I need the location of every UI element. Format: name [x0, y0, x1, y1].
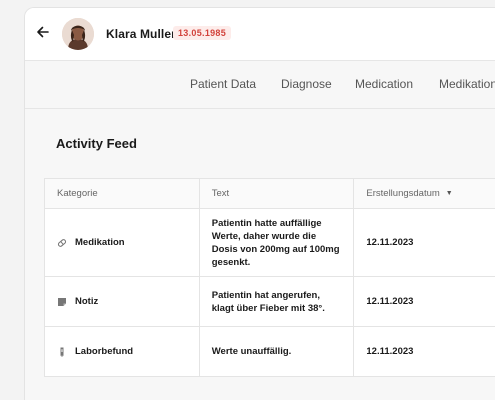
column-header-label: Erstellungsdatum: [366, 188, 440, 199]
entry-text: Patientin hatte auffällige Werte, daher …: [211, 217, 340, 268]
table-row[interactable]: Medikation Patientin hatte auffällige We…: [44, 208, 495, 277]
category-cell: Laborbefund: [44, 326, 200, 377]
category-cell: Notiz: [44, 276, 200, 327]
tab-medikation[interactable]: Medikation: [439, 77, 495, 91]
column-header-erstellungsdatum[interactable]: Erstellungsdatum ▼: [353, 178, 495, 209]
pill-icon: [57, 238, 67, 248]
table-row[interactable]: Laborbefund Werte unauffällig. 12.11.202…: [44, 326, 495, 377]
avatar[interactable]: [62, 18, 94, 50]
activity-feed-table: Kategorie Text Erstellungsdatum ▼ Medikat…: [44, 178, 495, 377]
avatar-portrait-icon: [62, 18, 94, 50]
column-header-kategorie[interactable]: Kategorie: [44, 178, 200, 209]
text-cell: Patientin hatte auffällige Werte, daher …: [198, 208, 355, 277]
back-arrow-icon[interactable]: [36, 25, 50, 39]
note-icon: [57, 297, 67, 307]
activity-feed-title: Activity Feed: [56, 136, 137, 151]
tab-patient-data[interactable]: Patient Data: [190, 77, 256, 91]
tab-medication[interactable]: Medication: [355, 77, 413, 91]
text-cell: Patientin hat angerufen, klagt über Fieb…: [198, 276, 355, 327]
entry-text: Patientin hat angerufen, klagt über Fieb…: [211, 289, 325, 314]
test-tube-icon: [57, 347, 67, 357]
date-cell: 12.11.2023: [353, 208, 495, 277]
column-header-label: Kategorie: [57, 188, 98, 199]
date-cell: 12.11.2023: [353, 276, 495, 327]
tab-diagnose[interactable]: Diagnose: [281, 77, 332, 91]
patient-header: Klara Muller 13.05.1985: [25, 8, 495, 61]
entry-text: Werte unauffällig.: [211, 346, 292, 357]
category-label: Notiz: [75, 296, 99, 307]
app-window: Klara Muller 13.05.1985 Patient Data Dia…: [24, 7, 495, 400]
category-label: Laborbefund: [75, 346, 134, 357]
category-label: Medikation: [75, 237, 125, 248]
patient-name: Klara Muller: [106, 27, 176, 41]
sort-descending-icon[interactable]: ▼: [446, 190, 453, 197]
column-header-text[interactable]: Text: [198, 178, 355, 209]
table-row[interactable]: Notiz Patientin hat angerufen, klagt übe…: [44, 276, 495, 327]
text-cell: Werte unauffällig.: [198, 326, 355, 377]
birthdate-badge: 13.05.1985: [173, 26, 232, 40]
category-cell: Medikation: [44, 208, 200, 277]
column-header-label: Text: [211, 188, 230, 199]
date-cell: 12.11.2023: [353, 326, 495, 377]
table-header-row: Kategorie Text Erstellungsdatum ▼: [44, 178, 495, 209]
tab-bar: Patient Data Diagnose Medication Medikat…: [25, 61, 495, 109]
